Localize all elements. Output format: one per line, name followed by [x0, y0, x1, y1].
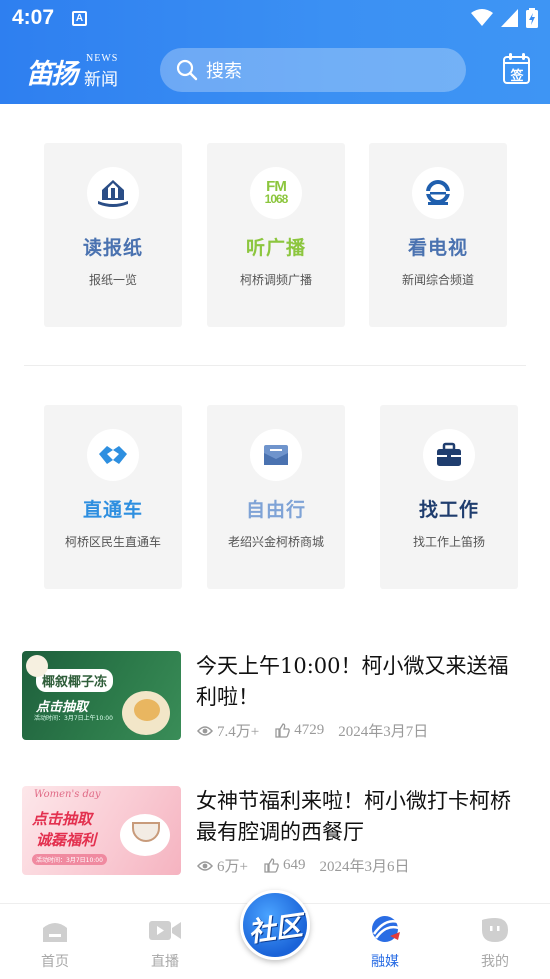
- search-bar[interactable]: 搜索: [160, 48, 466, 92]
- tile-free-travel[interactable]: 自由行 老绍兴金柯桥商城: [207, 405, 345, 589]
- tile-subtitle: 报纸一览: [88, 273, 137, 287]
- fm-freq: 1068: [264, 192, 289, 206]
- likes-count: 649: [282, 857, 306, 873]
- thumb-title: 椰叙椰子冻: [36, 669, 114, 692]
- views-count: 6万+: [217, 859, 248, 875]
- signal-icon: [501, 9, 518, 27]
- tile-read-newspaper[interactable]: 读报纸 报纸一览: [44, 143, 182, 327]
- sign-label: 签: [510, 69, 524, 84]
- thumbs-up-icon: [264, 858, 279, 873]
- tile-title: 找工作: [418, 499, 479, 521]
- coconut-image: [26, 655, 48, 677]
- video-camera-icon: [149, 921, 181, 940]
- article-thumbnail: Women's day 点击抽取 诚磊福利 活动时间：3月7日10:00: [22, 786, 181, 875]
- nav-label: 直播: [151, 954, 179, 970]
- article-date: 2024年3月7日: [338, 724, 429, 740]
- status-icons: [471, 8, 538, 28]
- status-time: 4:07: [12, 6, 55, 29]
- notification-icon: A: [72, 11, 87, 26]
- nav-profile[interactable]: 我的: [440, 904, 550, 979]
- likes[interactable]: 4729: [275, 722, 324, 739]
- tile-title: 直通车: [82, 499, 143, 521]
- tile-find-job[interactable]: 找工作 找工作上笛扬: [380, 405, 518, 589]
- likes-count: 4729: [294, 722, 325, 738]
- article-thumbnail: 椰叙椰子冻 点击抽取 活动时间：3月7日上午10:00: [22, 651, 181, 740]
- profile-icon: [482, 918, 508, 942]
- newspaper-icon: [87, 167, 139, 219]
- home-icon: [43, 923, 67, 942]
- article-title: 女神节福利来啦！柯小微打卡柯桥最有腔调的西餐厅: [196, 789, 511, 844]
- briefcase-icon: [423, 429, 475, 481]
- handshake-icon: [87, 429, 139, 481]
- logo-news: NEWS: [86, 53, 119, 64]
- thumb-small: 活动时间：3月7日上午10:00: [34, 715, 113, 722]
- likes[interactable]: 649: [264, 857, 306, 874]
- mail-icon: [250, 429, 302, 481]
- views: 7.4万+: [197, 720, 259, 741]
- wifi-icon: [471, 9, 493, 26]
- eye-icon: [197, 725, 213, 736]
- nav-live[interactable]: 直播: [110, 904, 220, 979]
- fm-radio-icon: FM 1068: [250, 167, 302, 219]
- thumb-title: 诚磊福利: [36, 831, 97, 849]
- tile-subtitle: 新闻综合频道: [401, 273, 474, 287]
- tile-subtitle: 柯桥区民生直通车: [64, 535, 161, 549]
- article-title: 今天上午10:00！柯小微又来送福利啦！: [196, 654, 509, 709]
- thumb-cta: 点击抽取: [32, 810, 93, 828]
- tile-title: 看电视: [407, 237, 468, 259]
- status-bar: 4:07 A: [0, 0, 550, 38]
- nav-label: 首页: [41, 954, 69, 970]
- tv-icon: [412, 167, 464, 219]
- logo-news-cn: 新闻: [84, 70, 118, 90]
- calendar-ring: [509, 53, 512, 60]
- search-placeholder: 搜索: [206, 61, 242, 82]
- tile-title: 听广播: [245, 237, 306, 259]
- article-date: 2024年3月6日: [319, 859, 410, 875]
- app-header: 4:07 A 笛扬 NEWS 新闻 搜索 签: [0, 0, 550, 104]
- tile-subtitle: 老绍兴金柯桥商城: [227, 535, 324, 549]
- community-label: 社区: [246, 910, 305, 949]
- battery-icon: [526, 8, 538, 28]
- thumb-script: Women's day: [34, 789, 101, 800]
- article-item[interactable]: 椰叙椰子冻 点击抽取 活动时间：3月7日上午10:00 今天上午10:00！柯小…: [22, 651, 532, 746]
- tile-title: 自由行: [245, 499, 306, 521]
- tile-subtitle: 柯桥调频广播: [239, 273, 312, 287]
- dessert-topping-image: [134, 699, 160, 721]
- article-item[interactable]: Women's day 点击抽取 诚磊福利 活动时间：3月7日10:00 女神节…: [22, 786, 532, 881]
- views-count: 7.4万+: [217, 724, 260, 740]
- eye-icon: [197, 860, 213, 871]
- app-logo: 笛扬 NEWS 新闻: [26, 52, 126, 90]
- tile-watch-tv[interactable]: 看电视 新闻综合频道: [369, 143, 507, 327]
- nav-label: 我的: [481, 954, 509, 970]
- logo-text: 笛扬: [26, 59, 78, 90]
- tile-listen-radio[interactable]: FM 1068 听广播 柯桥调频广播: [207, 143, 345, 327]
- nav-rongmei[interactable]: 融媒: [330, 904, 440, 979]
- thumb-small: 活动时间：3月7日10:00: [32, 854, 107, 865]
- article-meta: 6万+ 649 2024年3月6日: [197, 855, 409, 876]
- rongmei-icon: [372, 916, 400, 942]
- tile-title: 读报纸: [82, 237, 143, 259]
- sign-in-button[interactable]: 签: [503, 53, 530, 84]
- tile-subtitle: 找工作上笛扬: [412, 535, 485, 549]
- section-divider: [24, 365, 526, 366]
- nav-home[interactable]: 首页: [0, 904, 110, 979]
- calendar-ring: [522, 53, 525, 60]
- search-icon: [176, 59, 198, 81]
- nav-label: 融媒: [371, 954, 399, 970]
- tile-direct-train[interactable]: 直通车 柯桥区民生直通车: [44, 405, 182, 589]
- article-meta: 7.4万+ 4729 2024年3月7日: [197, 720, 428, 741]
- views: 6万+: [197, 855, 248, 876]
- community-button[interactable]: 社区: [240, 890, 310, 960]
- calendar-bar: [503, 62, 530, 64]
- thumbs-up-icon: [275, 723, 291, 738]
